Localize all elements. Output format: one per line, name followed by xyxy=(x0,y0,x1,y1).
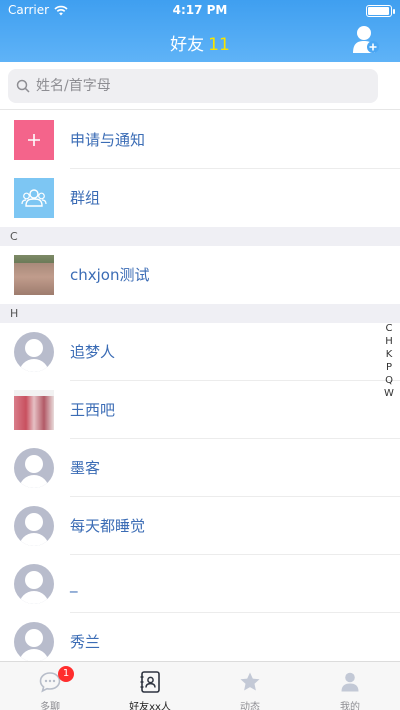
plus-icon xyxy=(14,120,54,160)
contact-row[interactable]: 追梦人 xyxy=(0,323,400,381)
section-header-c: C xyxy=(0,227,400,246)
page-title: 好友 11 xyxy=(0,30,400,55)
default-avatar-icon xyxy=(14,506,54,546)
group-row[interactable]: 群组 xyxy=(0,169,400,227)
group-label: 群组 xyxy=(70,189,101,207)
contact-name: chxjon测试 xyxy=(70,266,150,284)
status-time: 4:17 PM xyxy=(172,3,228,17)
default-avatar-icon xyxy=(14,332,54,372)
index-letter[interactable]: Q xyxy=(382,374,396,387)
battery-icon xyxy=(366,5,395,17)
search-area xyxy=(0,62,400,110)
section-header-h: H xyxy=(0,304,400,323)
group-icon xyxy=(14,178,54,218)
person-icon xyxy=(341,672,359,692)
request-notification-label: 申请与通知 xyxy=(70,131,146,149)
search-input[interactable] xyxy=(36,69,366,103)
contact-row[interactable]: chxjon测试 xyxy=(0,246,400,304)
default-avatar-icon xyxy=(14,564,54,604)
contact-name: 每天都睡觉 xyxy=(70,517,146,535)
contacts-icon xyxy=(140,671,160,693)
tab-label: 动态 xyxy=(240,702,260,710)
index-letter[interactable]: H xyxy=(382,335,396,348)
contact-name: 追梦人 xyxy=(70,343,116,361)
search-icon xyxy=(16,79,30,93)
index-letter[interactable]: P xyxy=(382,361,396,374)
contact-photo xyxy=(14,390,54,430)
contact-row[interactable]: 每天都睡觉 xyxy=(0,497,400,555)
alphabet-index[interactable]: C H K P Q W xyxy=(382,322,396,400)
tab-label: 好友xx人 xyxy=(129,702,171,710)
tab-chat[interactable]: 1 多聊 xyxy=(0,662,100,710)
contact-row[interactable]: 墨客 xyxy=(0,439,400,497)
contact-name: 墨客 xyxy=(70,459,101,477)
unread-badge: 1 xyxy=(58,666,74,682)
default-avatar-icon xyxy=(14,448,54,488)
index-letter[interactable]: W xyxy=(382,387,396,400)
contact-photo xyxy=(14,255,54,295)
default-avatar-icon xyxy=(14,622,54,662)
friend-count: 11 xyxy=(208,35,230,55)
status-bar: Carrier 4:17 PM xyxy=(0,0,400,20)
nav-header: Carrier 4:17 PM 好友 11 xyxy=(0,0,400,62)
index-letter[interactable]: C xyxy=(382,322,396,335)
request-notification-row[interactable]: 申请与通知 xyxy=(0,111,400,169)
tab-label: 多聊 xyxy=(40,702,60,710)
tab-moments[interactable]: 动态 xyxy=(200,662,300,710)
tab-label: 我的 xyxy=(340,702,360,710)
add-friend-icon[interactable] xyxy=(352,24,380,54)
contact-name: _ xyxy=(70,575,78,593)
index-letter[interactable]: K xyxy=(382,348,396,361)
contact-name: 王西吧 xyxy=(70,401,116,419)
contact-row[interactable]: _ xyxy=(0,555,400,613)
tab-me[interactable]: 我的 xyxy=(300,662,400,710)
tab-contacts[interactable]: 好友xx人 xyxy=(100,662,200,710)
search-bar[interactable] xyxy=(8,69,378,103)
tab-bar: 1 多聊 好友xx人 动态 我的 xyxy=(0,661,400,710)
contact-row[interactable]: 王西吧 xyxy=(0,381,400,439)
page-title-text: 好友 xyxy=(170,35,205,55)
star-icon xyxy=(240,672,260,691)
